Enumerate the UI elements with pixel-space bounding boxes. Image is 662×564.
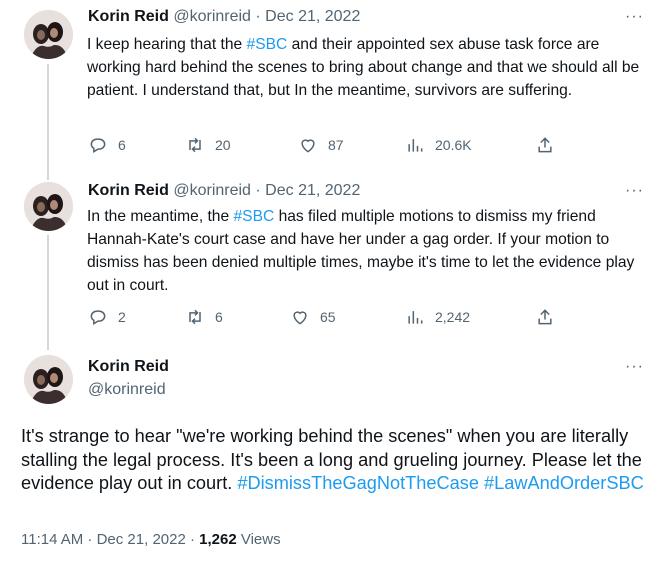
reply-count: 2: [118, 309, 126, 325]
retweet-icon: [189, 137, 201, 153]
views-icon: [408, 311, 423, 324]
reply-icon: [90, 138, 106, 153]
hashtag-link[interactable]: #SBC: [234, 208, 275, 225]
timestamp[interactable]: 11:14 AM · Dec 21, 2022 ·: [21, 531, 199, 548]
tweet-meta: 11:14 AM · Dec 21, 2022 · 1,262 Views: [21, 531, 281, 548]
views-count: 20.6K: [435, 137, 472, 153]
reply-button[interactable]: 6: [88, 135, 126, 155]
more-options-button[interactable]: ···: [625, 8, 644, 26]
like-button[interactable]: 87: [298, 135, 344, 155]
action-bar: 6 20 87 20.6K: [88, 135, 568, 159]
tweet-2[interactable]: Korin Reid @korinreid · Dec 21, 2022 ···…: [0, 175, 662, 350]
author-name[interactable]: Korin Reid: [88, 358, 169, 376]
hashtag-link[interactable]: #SBC: [247, 36, 288, 53]
tweet-text: I keep hearing that the #SBC and their a…: [87, 36, 640, 99]
handle-and-time[interactable]: @korinreid · Dec 21, 2022: [173, 182, 360, 199]
like-icon: [293, 311, 307, 325]
tweet-header: Korin Reid @korinreid · Dec 21, 2022: [88, 8, 360, 26]
handle-and-time[interactable]: @korinreid · Dec 21, 2022: [173, 8, 360, 25]
avatar[interactable]: [24, 10, 73, 59]
main-tweet-text: It's strange to hear "we're working behi…: [21, 426, 644, 493]
author-handle[interactable]: @korinreid: [88, 381, 166, 399]
action-bar: 2 6 65 2,242: [88, 307, 568, 331]
like-icon: [301, 139, 315, 153]
share-icon: [538, 137, 552, 153]
like-count: 87: [328, 137, 344, 153]
hashtag-link[interactable]: #LawAndOrderSBC: [484, 473, 644, 493]
views-button[interactable]: 20.6K: [405, 135, 472, 155]
more-options-button[interactable]: ···: [625, 358, 644, 376]
reply-icon: [90, 310, 106, 325]
retweet-button[interactable]: 6: [185, 307, 223, 327]
avatar[interactable]: [24, 182, 73, 231]
reply-count: 6: [118, 137, 126, 153]
share-button[interactable]: [535, 135, 555, 155]
tweet-text: In the meantime, the #SBC has filed mult…: [87, 208, 635, 294]
tweet-header: Korin Reid @korinreid · Dec 21, 2022: [88, 182, 360, 200]
reply-button[interactable]: 2: [88, 307, 126, 327]
retweet-button[interactable]: 20: [185, 135, 231, 155]
thread-line: [47, 64, 49, 180]
thread-line: [47, 235, 49, 350]
views-count: 2,242: [435, 309, 471, 325]
share-icon: [538, 309, 552, 325]
hashtag-link[interactable]: #DismissTheGagNotTheCase: [237, 473, 479, 493]
retweet-count: 6: [215, 309, 223, 325]
views-icon: [408, 139, 423, 152]
retweet-count: 20: [215, 137, 231, 153]
like-button[interactable]: 65: [290, 307, 336, 327]
more-options-button[interactable]: ···: [625, 182, 644, 200]
views-label: Views: [236, 531, 281, 548]
share-button[interactable]: [535, 307, 555, 327]
author-name[interactable]: Korin Reid: [88, 8, 169, 25]
author-name[interactable]: Korin Reid: [88, 182, 169, 199]
retweet-icon: [189, 309, 201, 325]
avatar[interactable]: [24, 355, 73, 404]
like-count: 65: [320, 309, 336, 325]
views-count: 1,262: [199, 531, 237, 548]
tweet-1[interactable]: Korin Reid @korinreid · Dec 21, 2022 ···…: [0, 0, 662, 180]
views-button[interactable]: 2,242: [405, 307, 470, 327]
